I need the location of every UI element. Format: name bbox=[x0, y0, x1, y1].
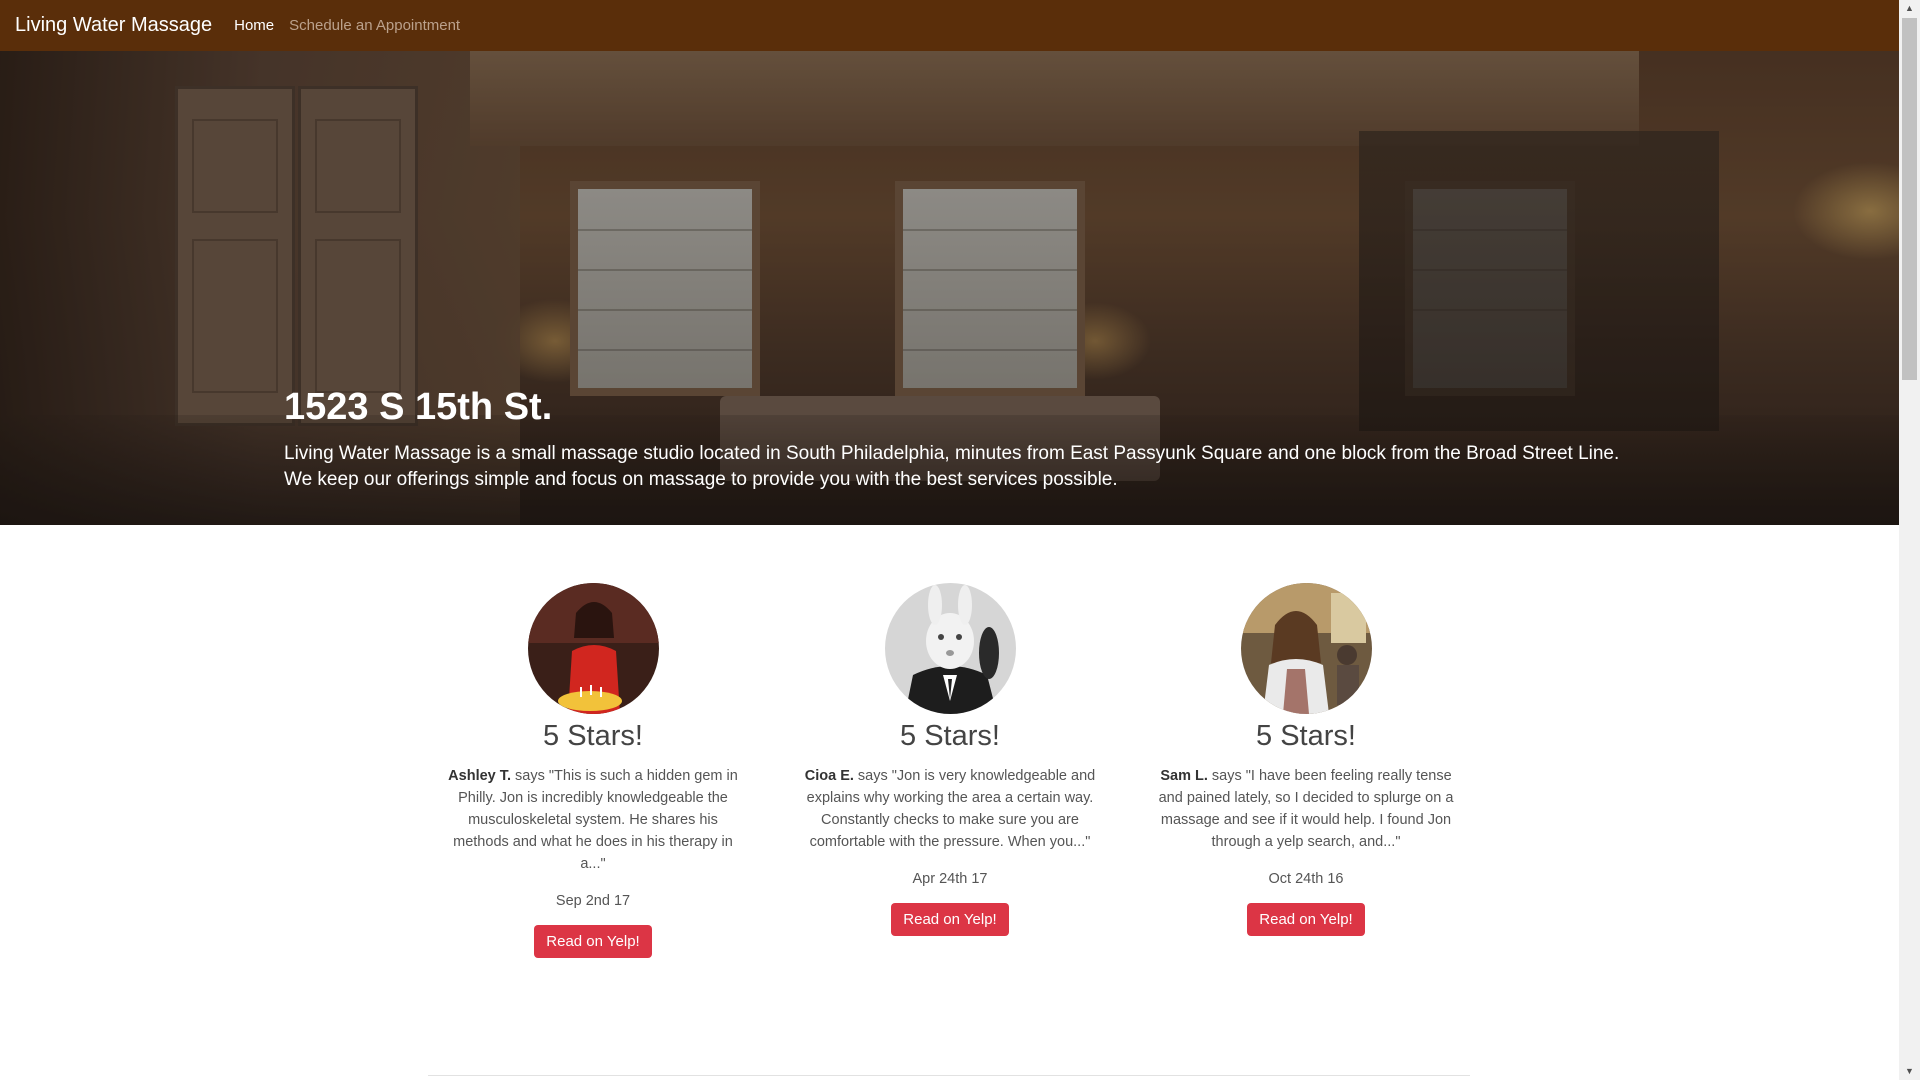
rabbit-avatar-icon bbox=[884, 583, 1016, 714]
review-author: Sam L. bbox=[1160, 768, 1208, 784]
review-rating: 5 Stars! bbox=[543, 720, 643, 752]
reviewer-avatar bbox=[527, 583, 659, 714]
reviewer-avatar bbox=[1240, 583, 1372, 714]
review-author: Ashley T. bbox=[448, 768, 512, 784]
nav-schedule-link[interactable]: Schedule an Appointment bbox=[289, 17, 460, 34]
hero-title: 1523 S 15th St. bbox=[284, 386, 553, 428]
read-on-yelp-button[interactable]: Read on Yelp! bbox=[1247, 903, 1365, 936]
review-date: Oct 24th 16 bbox=[1268, 871, 1344, 887]
scroll-down-icon[interactable]: ▼ bbox=[1899, 1063, 1920, 1080]
avatar-photo-icon bbox=[1240, 583, 1372, 714]
scrollbar-thumb[interactable] bbox=[1902, 18, 1917, 380]
review-says: says bbox=[853, 768, 892, 784]
reviews-section: 5 Stars! Ashley T. says "This is such a … bbox=[0, 525, 1899, 1080]
review-text: Cioa E. says "Jon is very knowledgeable … bbox=[800, 765, 1100, 853]
brand-link[interactable]: Living Water Massage bbox=[15, 14, 212, 37]
nav-home-link[interactable]: Home bbox=[234, 17, 274, 34]
review-date: Apr 24th 17 bbox=[912, 871, 988, 887]
review-rating: 5 Stars! bbox=[1256, 720, 1356, 752]
hero-description: Living Water Massage is a small massage … bbox=[284, 442, 1620, 491]
review-card: 5 Stars! Ashley T. says "This is such a … bbox=[443, 583, 743, 958]
review-author: Cioa E. bbox=[804, 768, 854, 784]
review-text: Ashley T. says "This is such a hidden ge… bbox=[443, 765, 743, 875]
review-text: Sam L. says "I have been feeling really … bbox=[1156, 765, 1456, 853]
section-divider bbox=[428, 1075, 1470, 1076]
read-on-yelp-button[interactable]: Read on Yelp! bbox=[891, 903, 1009, 936]
review-rating: 5 Stars! bbox=[900, 720, 1000, 752]
page-content: Living Water Massage Home Schedule an Ap… bbox=[0, 0, 1899, 1080]
read-on-yelp-button[interactable]: Read on Yelp! bbox=[534, 925, 652, 958]
review-says: says bbox=[511, 768, 549, 784]
page: Living Water Massage Home Schedule an Ap… bbox=[0, 0, 1920, 1080]
review-says: says bbox=[1207, 768, 1246, 784]
vertical-scrollbar[interactable]: ▲ ▼ bbox=[1899, 0, 1920, 1080]
scroll-up-icon[interactable]: ▲ bbox=[1899, 0, 1920, 17]
review-card: 5 Stars! Cioa E. says "Jon is very knowl… bbox=[800, 583, 1100, 936]
hero-banner: 1523 S 15th St. Living Water Massage is … bbox=[0, 51, 1899, 525]
navbar: Living Water Massage Home Schedule an Ap… bbox=[0, 0, 1899, 51]
hero-text: 1523 S 15th St. Living Water Massage is … bbox=[284, 386, 1629, 493]
review-card: 5 Stars! Sam L. says "I have been feelin… bbox=[1156, 583, 1456, 936]
avatar-photo-icon bbox=[527, 583, 659, 714]
review-date: Sep 2nd 17 bbox=[555, 893, 631, 909]
reviewer-avatar bbox=[884, 583, 1016, 714]
